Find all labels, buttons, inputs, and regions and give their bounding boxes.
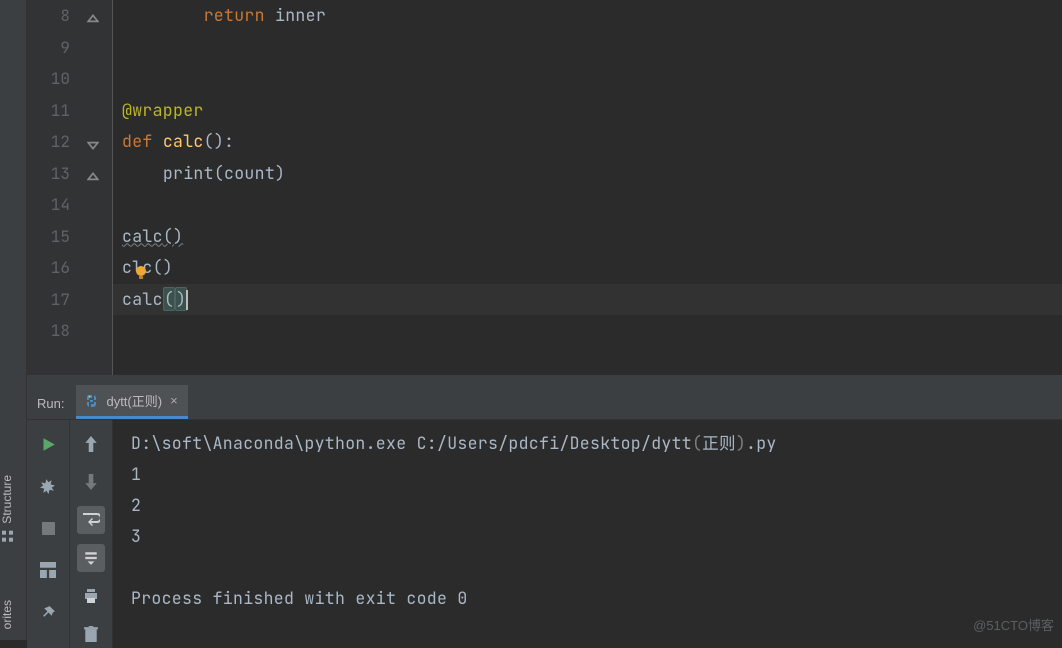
favorites-tool-tab[interactable]: orites <box>0 600 14 629</box>
soft-wrap-button[interactable] <box>77 506 105 534</box>
favorites-tab-label: orites <box>0 600 14 629</box>
code-line[interactable]: calc() <box>122 284 1062 316</box>
run-label: Run: <box>37 388 76 419</box>
structure-icon <box>0 529 14 543</box>
run-tab[interactable]: dytt(正则) × <box>76 385 187 419</box>
console-line: 3 <box>131 521 1044 552</box>
code-line[interactable]: def calc(): <box>122 126 1062 158</box>
code-line[interactable]: return inner <box>122 0 1062 32</box>
code-line[interactable] <box>122 32 1062 64</box>
run-tab-name: dytt(正则) <box>106 391 162 410</box>
up-arrow-button[interactable] <box>77 430 105 458</box>
line-number: 12 <box>27 126 70 158</box>
code-line[interactable]: @wrapper <box>122 95 1062 127</box>
print-button[interactable] <box>77 582 105 610</box>
run-header: Run: dytt(正则) × <box>27 385 1062 420</box>
delete-button[interactable] <box>77 620 105 648</box>
left-tool-rail: Structure orites <box>0 0 27 640</box>
console-output[interactable]: D:\soft\Anaconda\python.exe C:/Users/pdc… <box>113 420 1062 648</box>
run-tool-window: Run: dytt(正则) × D:\soft\Anaconda\python <box>27 385 1062 640</box>
code-line[interactable]: clc() <box>122 252 1062 284</box>
rerun-button[interactable] <box>34 430 62 458</box>
code-line[interactable] <box>122 189 1062 221</box>
fold-toggle-icon[interactable] <box>87 135 101 149</box>
stop-button[interactable] <box>34 514 62 542</box>
code-line[interactable] <box>122 63 1062 95</box>
line-number: 16 <box>27 252 70 284</box>
line-number: 8 <box>27 0 70 32</box>
structure-tool-tab[interactable]: Structure <box>0 475 14 543</box>
layout-button[interactable] <box>34 556 62 584</box>
line-number: 17 <box>27 284 70 316</box>
scroll-to-end-button[interactable] <box>77 544 105 572</box>
line-number: 9 <box>27 32 70 64</box>
python-file-icon <box>84 393 100 409</box>
line-number: 15 <box>27 221 70 253</box>
down-arrow-button[interactable] <box>77 468 105 496</box>
run-body: D:\soft\Anaconda\python.exe C:/Users/pdc… <box>27 420 1062 648</box>
editor-run-splitter[interactable] <box>27 375 1062 385</box>
code-editor[interactable]: 89101112131415161718 return inner @wrappe… <box>27 0 1062 375</box>
fold-toggle-icon[interactable] <box>87 167 101 181</box>
pin-button[interactable] <box>34 598 62 626</box>
structure-tab-label: Structure <box>0 475 14 524</box>
line-number: 10 <box>27 63 70 95</box>
run-nav-toolbar <box>70 420 113 648</box>
close-icon[interactable]: × <box>168 393 180 408</box>
code-line[interactable] <box>122 315 1062 347</box>
console-line <box>131 552 1044 583</box>
fold-column[interactable] <box>84 0 113 375</box>
code-line[interactable]: calc() <box>122 221 1062 253</box>
console-line: D:\soft\Anaconda\python.exe C:/Users/pdc… <box>131 428 1044 459</box>
line-number-gutter: 89101112131415161718 <box>27 0 84 375</box>
code-area[interactable]: return inner @wrapperdef calc(): print(co… <box>113 0 1062 375</box>
line-number: 13 <box>27 158 70 190</box>
run-action-toolbar <box>27 420 70 648</box>
line-number: 18 <box>27 315 70 347</box>
console-line: 2 <box>131 490 1044 521</box>
code-line[interactable]: print(count) <box>122 158 1062 190</box>
console-line: Process finished with exit code 0 <box>131 583 1044 614</box>
intention-bulb-icon[interactable] <box>133 260 149 276</box>
watermark: @51CTO博客 <box>973 615 1054 634</box>
line-number: 11 <box>27 95 70 127</box>
line-number: 14 <box>27 189 70 221</box>
console-line: 1 <box>131 459 1044 490</box>
build-button[interactable] <box>34 472 62 500</box>
fold-toggle-icon[interactable] <box>87 9 101 23</box>
